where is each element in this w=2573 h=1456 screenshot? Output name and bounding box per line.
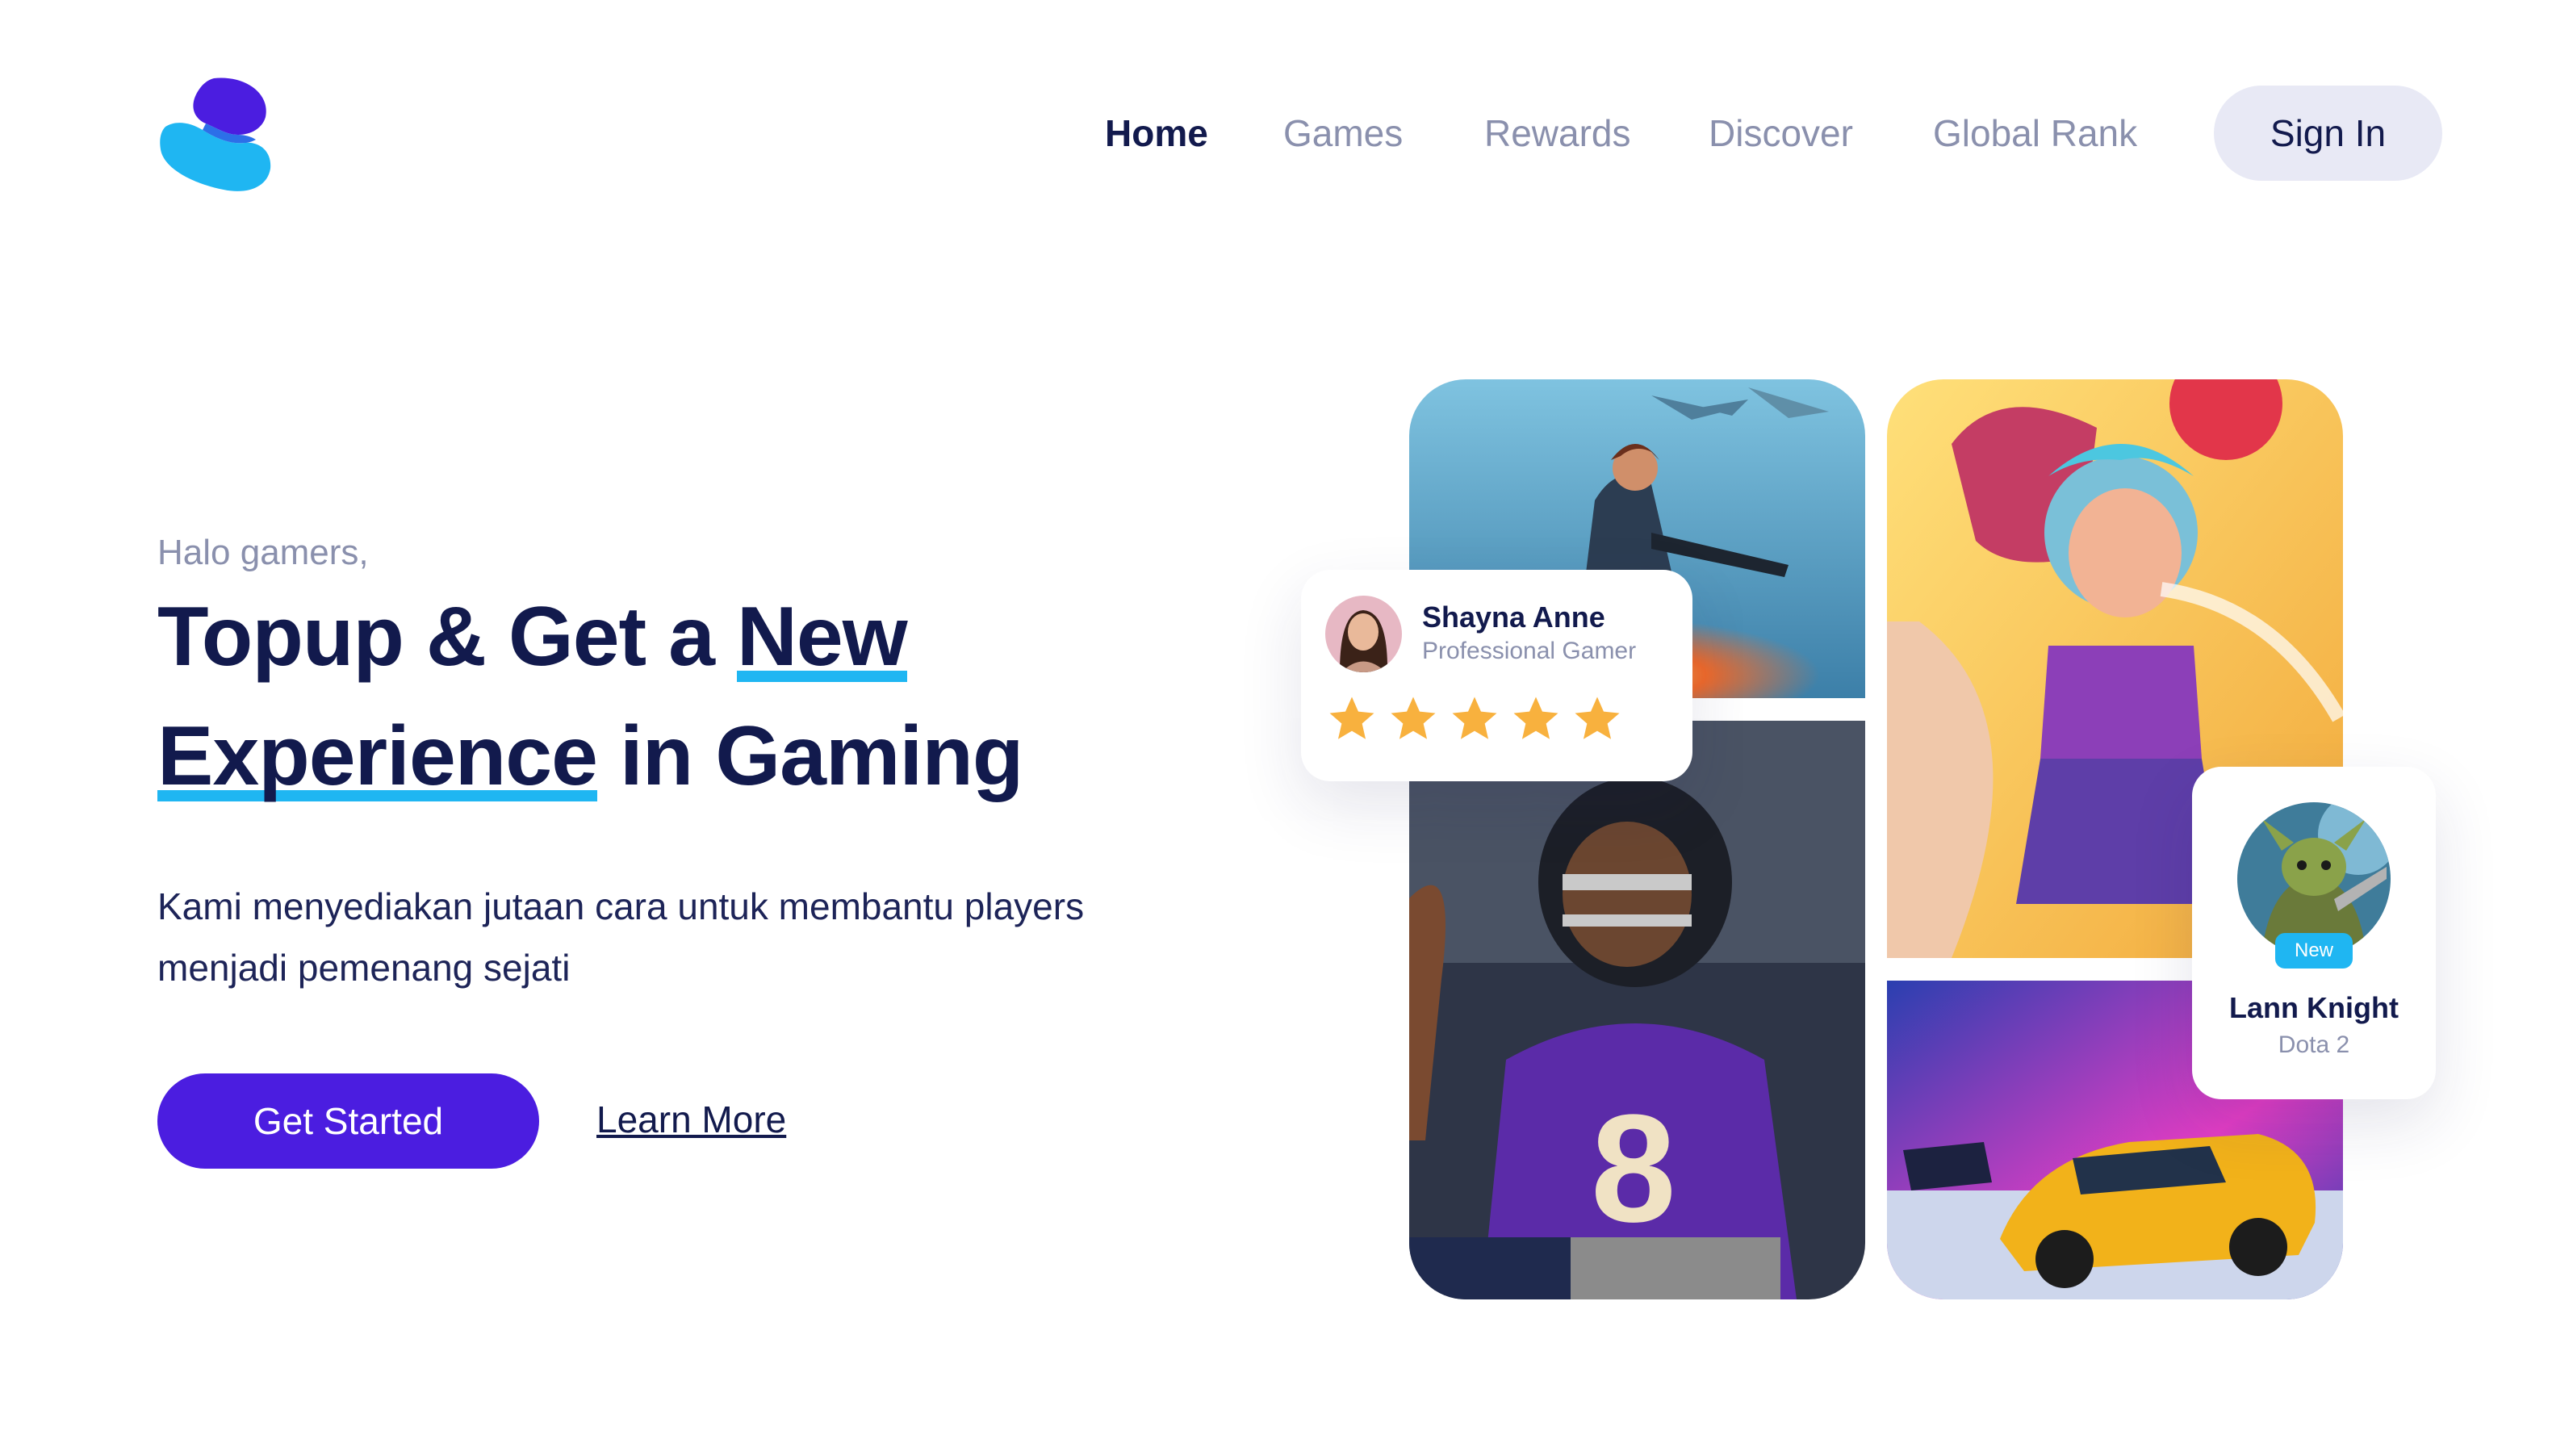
learn-more-link[interactable]: Learn More bbox=[596, 1098, 786, 1141]
headline-part-1: Topup & Get a bbox=[157, 590, 737, 684]
nav-discover[interactable]: Discover bbox=[1709, 86, 1853, 181]
star-icon bbox=[1329, 697, 1374, 739]
football-game-image[interactable]: 8 bbox=[1409, 721, 1865, 1299]
star-icon bbox=[1391, 697, 1436, 739]
player-name: Lann Knight bbox=[2229, 991, 2399, 1024]
player-game: Dota 2 bbox=[2278, 1031, 2350, 1058]
nav-global-rank[interactable]: Global Rank bbox=[1933, 86, 2137, 181]
svg-text:8: 8 bbox=[1591, 1083, 1676, 1254]
player-card[interactable]: New Lann Knight Dota 2 bbox=[2192, 767, 2436, 1099]
nav-home[interactable]: Home bbox=[1105, 86, 1208, 181]
headline-highlight-new: New bbox=[736, 577, 908, 697]
nav-rewards[interactable]: Rewards bbox=[1484, 86, 1631, 181]
new-badge: New bbox=[2275, 933, 2353, 969]
brand-logo-icon[interactable] bbox=[157, 75, 274, 192]
hero-headline: Topup & Get a New Experience in Gaming bbox=[157, 577, 1126, 816]
star-icon bbox=[1452, 697, 1497, 739]
shayna-avatar bbox=[1325, 596, 1402, 672]
star-icon bbox=[1575, 697, 1620, 739]
get-started-button[interactable]: Get Started bbox=[157, 1073, 539, 1169]
hero-description: Kami menyediakan jutaan cara untuk memba… bbox=[157, 885, 1085, 989]
greeting-text: Halo gamers, bbox=[157, 533, 369, 572]
profile-name: Shayna Anne bbox=[1422, 600, 1605, 634]
gamer-profile-card[interactable]: Shayna Anne Professional Gamer bbox=[1301, 570, 1692, 781]
nav-games[interactable]: Games bbox=[1283, 86, 1403, 181]
headline-highlight-experience: Experience bbox=[157, 697, 598, 816]
headline-part-2: in Gaming bbox=[597, 709, 1023, 803]
profile-role: Professional Gamer bbox=[1422, 638, 1637, 664]
rating-stars bbox=[1325, 692, 1624, 746]
sign-in-button[interactable]: Sign In bbox=[2214, 86, 2442, 181]
star-icon bbox=[1513, 697, 1558, 739]
